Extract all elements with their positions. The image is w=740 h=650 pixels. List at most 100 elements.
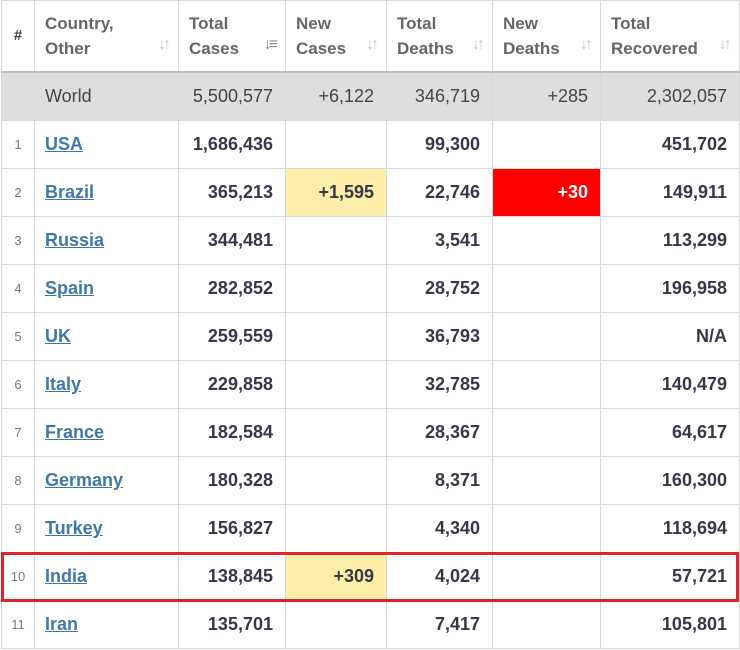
total-recovered-cell: 105,801	[600, 600, 740, 649]
rank-cell: 6	[1, 360, 35, 409]
rank-cell: 4	[1, 264, 35, 313]
total-deaths-cell: 3,541	[386, 216, 493, 265]
new-deaths-cell	[492, 360, 601, 409]
table-row: 10 India 138,845 +309 4,024 57,721	[1, 552, 740, 601]
sort-arrows-icon[interactable]: ↓↑	[366, 32, 379, 57]
country-column-header[interactable]: Country, Other ↓↑	[34, 0, 179, 73]
new-deaths-cell: +30	[492, 168, 601, 217]
country-link[interactable]: UK	[45, 326, 71, 346]
total-deaths-cell: 8,371	[386, 456, 493, 505]
rank-cell: 5	[1, 312, 35, 361]
total-recovered-cell: 57,721	[600, 552, 740, 601]
table-row: 3 Russia 344,481 3,541 113,299	[1, 216, 740, 265]
total-recovered-cell: N/A	[600, 312, 740, 361]
total-deaths-cell: 28,367	[386, 408, 493, 457]
total-cases-cell: 135,701	[178, 600, 286, 649]
world-total-deaths: 346,719	[386, 71, 493, 121]
world-total-recovered: 2,302,057	[600, 71, 740, 121]
sort-arrows-icon[interactable]: ↓↑	[719, 32, 732, 57]
total-cases-cell: 229,858	[178, 360, 286, 409]
total-cases-cell: 344,481	[178, 216, 286, 265]
country-link[interactable]: India	[45, 566, 87, 586]
new-cases-cell	[285, 408, 387, 457]
world-new-deaths: +285	[492, 71, 601, 121]
sort-descending-icon[interactable]: ↓≡	[264, 32, 278, 57]
rank-cell: 11	[1, 600, 35, 649]
table-header-row: # Country, Other ↓↑ Total Cases ↓≡ New Case…	[1, 0, 740, 73]
total-recovered-cell: 451,702	[600, 120, 740, 169]
total-cases-cell: 259,559	[178, 312, 286, 361]
country-cell: Germany	[34, 456, 179, 505]
total-deaths-cell: 7,417	[386, 600, 493, 649]
table-row: 7 France 182,584 28,367 64,617	[1, 408, 740, 457]
total-recovered-cell: 140,479	[600, 360, 740, 409]
new-cases-cell	[285, 216, 387, 265]
rank-cell: 9	[1, 504, 35, 553]
table-row: 5 UK 259,559 36,793 N/A	[1, 312, 740, 361]
sort-arrows-icon[interactable]: ↓↑	[158, 32, 171, 57]
covid-stats-table: # Country, Other ↓↑ Total Cases ↓≡ New Case…	[1, 0, 740, 649]
total-recovered-column-header[interactable]: Total Recovered ↓↑	[600, 0, 740, 73]
total-cases-cell: 365,213	[178, 168, 286, 217]
country-cell: UK	[34, 312, 179, 361]
country-cell: Spain	[34, 264, 179, 313]
rank-cell: 1	[1, 120, 35, 169]
new-deaths-cell	[492, 408, 601, 457]
country-cell: Italy	[34, 360, 179, 409]
country-cell: Brazil	[34, 168, 179, 217]
rank-cell: 7	[1, 408, 35, 457]
new-cases-cell	[285, 120, 387, 169]
country-link[interactable]: USA	[45, 134, 83, 154]
country-cell: India	[34, 552, 179, 601]
world-label: World	[34, 71, 179, 121]
total-deaths-cell: 32,785	[386, 360, 493, 409]
total-recovered-cell: 113,299	[600, 216, 740, 265]
total-cases-column-header[interactable]: Total Cases ↓≡	[178, 0, 286, 73]
table-row: 1 USA 1,686,436 99,300 451,702	[1, 120, 740, 169]
new-deaths-cell	[492, 504, 601, 553]
new-cases-cell	[285, 504, 387, 553]
new-cases-cell: +1,595	[285, 168, 387, 217]
country-link[interactable]: Turkey	[45, 518, 103, 538]
country-link[interactable]: Germany	[45, 470, 123, 490]
new-cases-cell: +309	[285, 552, 387, 601]
rank-cell: 3	[1, 216, 35, 265]
new-deaths-cell	[492, 600, 601, 649]
sort-arrows-icon[interactable]: ↓↑	[580, 32, 593, 57]
total-deaths-cell: 99,300	[386, 120, 493, 169]
country-link[interactable]: France	[45, 422, 104, 442]
total-cases-cell: 282,852	[178, 264, 286, 313]
total-cases-cell: 1,686,436	[178, 120, 286, 169]
table-row: 8 Germany 180,328 8,371 160,300	[1, 456, 740, 505]
total-recovered-cell: 196,958	[600, 264, 740, 313]
total-recovered-cell: 149,911	[600, 168, 740, 217]
table-row: 4 Spain 282,852 28,752 196,958	[1, 264, 740, 313]
total-recovered-cell: 118,694	[600, 504, 740, 553]
rank-cell: 10	[1, 552, 35, 601]
new-deaths-cell	[492, 264, 601, 313]
total-recovered-cell: 64,617	[600, 408, 740, 457]
total-deaths-column-header[interactable]: Total Deaths ↓↑	[386, 0, 493, 73]
country-cell: France	[34, 408, 179, 457]
country-link[interactable]: Iran	[45, 614, 78, 634]
country-link[interactable]: Brazil	[45, 182, 94, 202]
world-total-cases: 5,500,577	[178, 71, 286, 121]
world-total-row: World 5,500,577 +6,122 346,719 +285 2,30…	[1, 71, 740, 121]
country-link[interactable]: Spain	[45, 278, 94, 298]
country-cell: Turkey	[34, 504, 179, 553]
new-deaths-cell	[492, 456, 601, 505]
total-recovered-cell: 160,300	[600, 456, 740, 505]
total-deaths-cell: 28,752	[386, 264, 493, 313]
total-cases-cell: 180,328	[178, 456, 286, 505]
new-cases-cell	[285, 360, 387, 409]
sort-arrows-icon[interactable]: ↓↑	[472, 32, 485, 57]
country-link[interactable]: Italy	[45, 374, 81, 394]
country-link[interactable]: Russia	[45, 230, 104, 250]
rank-cell: 2	[1, 168, 35, 217]
new-cases-column-header[interactable]: New Cases ↓↑	[285, 0, 387, 73]
world-rank-cell	[1, 71, 35, 121]
table-row: 11 Iran 135,701 7,417 105,801	[1, 600, 740, 649]
new-deaths-cell	[492, 552, 601, 601]
new-deaths-column-header[interactable]: New Deaths ↓↑	[492, 0, 601, 73]
new-cases-cell	[285, 312, 387, 361]
